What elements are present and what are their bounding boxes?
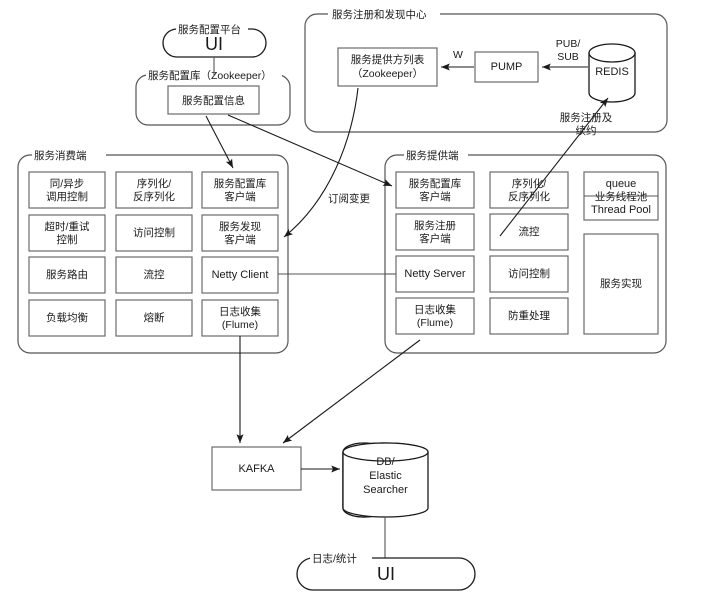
- consumer-cell-label-line2: 客户端: [224, 190, 256, 203]
- consumer-cell-label-line1: 负载均衡: [46, 311, 88, 324]
- provider-list-label-line1: 服务提供方列表: [351, 53, 425, 66]
- provider-cell-4[interactable]: Netty Server: [395, 255, 475, 293]
- provider-cell-label-line1: 防重处理: [508, 309, 550, 322]
- redis-label: REDIS: [595, 66, 629, 78]
- provider-cell-label-line1: 流控: [519, 225, 540, 238]
- consumer-cell-3[interactable]: 超时/重试 控制: [28, 214, 106, 252]
- thread-pool-label-line1: queue: [606, 178, 637, 190]
- architecture-diagram: 服务注册和发现中心 服务提供方列表 （Zookeeper） PUMP REDIS…: [0, 0, 705, 602]
- consumer-cell-4[interactable]: 访问控制: [115, 214, 193, 252]
- edge-label-register-line2: 续约: [576, 124, 597, 137]
- ui-bottom-label: UI: [377, 564, 395, 584]
- consumer-cell-9[interactable]: 负载均衡: [28, 299, 106, 337]
- pump-label: PUMP: [491, 61, 523, 73]
- provider-cell-5[interactable]: 访问控制: [489, 255, 569, 293]
- log-stats-label: 日志/统计: [312, 552, 357, 565]
- consumer-cell-label-line1: 熔断: [144, 311, 165, 324]
- service-impl-label: 服务实现: [600, 277, 642, 290]
- edge-label-w: W: [453, 49, 463, 61]
- consumer-cell-label-line1: 服务路由: [46, 268, 88, 281]
- consumer-cell-label-line1: 访问控制: [133, 226, 175, 239]
- provider-cell-label-line2: (Flume): [417, 317, 453, 329]
- consumer-cell-label-line1: 同/异步: [50, 178, 84, 190]
- consumer-cell-label-line2: 控制: [57, 233, 78, 246]
- consumer-cell-label-line1: 流控: [144, 268, 165, 281]
- config-repo-label: 服务配置库（Zookeeper）: [148, 69, 272, 82]
- consumer-cell-label-line1: 超时/重试: [45, 220, 90, 233]
- consumer-cell-label-line2: 客户端: [224, 233, 256, 246]
- node-kafka[interactable]: KAFKA: [211, 446, 302, 491]
- provider-cell-6[interactable]: 日志收集 (Flume): [395, 297, 475, 335]
- thread-pool-label-line3: Thread Pool: [591, 204, 651, 216]
- redis-cylinder-top: [588, 43, 636, 63]
- db-text-line1: DB/: [376, 456, 395, 468]
- provider-cell-3[interactable]: 流控: [489, 213, 569, 251]
- consumer-cell-label-line1: 服务发现: [219, 220, 261, 233]
- provider-cell-7[interactable]: 防重处理: [489, 297, 569, 335]
- provider-group-label: 服务提供端: [406, 149, 459, 162]
- provider-list-label-line2: （Zookeeper）: [352, 68, 423, 80]
- provider-cell-label-line2: 客户端: [419, 232, 451, 245]
- registry-center-label: 服务注册和发现中心: [332, 8, 427, 21]
- edge-label-subscribe: 订阅变更: [328, 192, 370, 205]
- node-redis[interactable]: REDIS: [588, 43, 636, 103]
- consumer-cell-label-line1: Netty Client: [212, 269, 269, 281]
- edge-label-register-line1: 服务注册及: [560, 111, 613, 124]
- provider-cell-0[interactable]: 服务配置库 客户端: [395, 171, 475, 209]
- consumer-cell-5[interactable]: 服务发现 客户端: [201, 214, 279, 252]
- db-text-line2: Elastic: [369, 470, 402, 482]
- node-pump[interactable]: PUMP: [474, 51, 539, 83]
- kafka-label: KAFKA: [238, 463, 275, 475]
- provider-cell-label-line2: 反序列化: [508, 190, 550, 203]
- ui-top-label: UI: [205, 34, 223, 54]
- consumer-group-label: 服务消费端: [34, 149, 87, 162]
- consumer-cell-label-line1: 日志收集: [219, 305, 261, 318]
- edge-label-pubsub-line1: PUB/: [556, 38, 581, 50]
- node-config-info[interactable]: 服务配置信息: [167, 85, 260, 115]
- provider-cell-label-line1: 服务配置库: [409, 177, 462, 190]
- provider-cell-1[interactable]: 序列化/ 反序列化: [489, 171, 569, 209]
- provider-cell-label-line1: 访问控制: [508, 267, 550, 280]
- provider-cell-2[interactable]: 服务注册 客户端: [395, 213, 475, 251]
- config-info-label: 服务配置信息: [182, 94, 245, 107]
- consumer-cell-7[interactable]: 流控: [115, 256, 193, 294]
- consumer-cell-1[interactable]: 序列化/ 反序列化: [115, 171, 193, 209]
- db-text-line3: Searcher: [363, 484, 408, 496]
- consumer-cell-10[interactable]: 熔断: [115, 299, 193, 337]
- provider-cell-label-line1: 日志收集: [414, 303, 456, 316]
- group-log-stats: 日志/统计 UI: [296, 552, 476, 591]
- consumer-cell-8[interactable]: Netty Client: [201, 256, 279, 294]
- provider-cell-label-line1: 服务注册: [414, 219, 456, 232]
- consumer-cell-0[interactable]: 同/异步 调用控制: [28, 171, 106, 209]
- consumer-cell-11[interactable]: 日志收集 (Flume): [201, 299, 279, 337]
- provider-service-impl[interactable]: 服务实现: [583, 233, 659, 335]
- consumer-cell-6[interactable]: 服务路由: [28, 256, 106, 294]
- provider-cell-label-line2: 客户端: [419, 190, 451, 203]
- consumer-cell-label-line2: 调用控制: [46, 190, 88, 203]
- consumer-cell-label-line1: 序列化/: [137, 177, 171, 190]
- consumer-cell-label-line2: (Flume): [222, 319, 258, 331]
- consumer-cell-2[interactable]: 服务配置库 客户端: [201, 171, 279, 209]
- node-provider-list[interactable]: 服务提供方列表 （Zookeeper）: [337, 47, 438, 87]
- consumer-cell-label-line1: 服务配置库: [214, 177, 267, 190]
- consumer-cell-label-line2: 反序列化: [133, 190, 175, 203]
- edge-label-pubsub-line2: SUB: [557, 51, 579, 63]
- provider-cell-label-line1: Netty Server: [404, 268, 465, 280]
